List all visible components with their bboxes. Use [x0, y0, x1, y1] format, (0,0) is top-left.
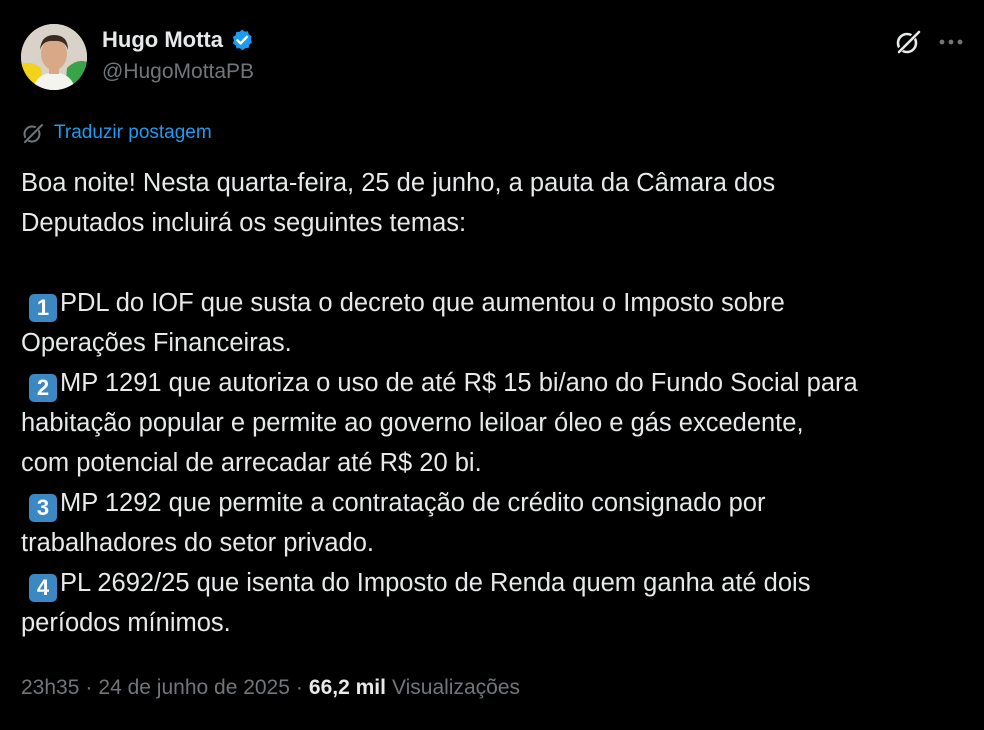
- keycap-3-emoji: 3: [29, 494, 57, 522]
- avatar-image: [21, 24, 87, 90]
- keycap-2-emoji: 2: [29, 374, 57, 402]
- tweet-text: Boa noite! Nesta quarta-feira, 25 de jun…: [21, 163, 966, 643]
- avatar[interactable]: [21, 24, 87, 90]
- agenda-item-4: 4 PL 2692/25 que isenta do Imposto de Ren…: [21, 563, 966, 603]
- views-count[interactable]: 66,2 mil: [309, 676, 386, 700]
- tweet-time[interactable]: 23h35: [21, 676, 79, 700]
- views-label[interactable]: Visualizações: [392, 676, 520, 700]
- more-options-icon: [939, 39, 963, 45]
- agenda-item-2: 2 MP 1291 que autoriza o uso de até R$ 15…: [21, 363, 966, 403]
- agenda-item-text: MP 1291 que autoriza o uso de até R$ 15 …: [60, 369, 858, 397]
- agenda-item-text: PDL do IOF que susta o decreto que aumen…: [60, 289, 785, 317]
- agenda-item-text: PL 2692/25 que isenta do Imposto de Rend…: [60, 569, 811, 597]
- translate-post-link[interactable]: Traduzir postagem: [21, 120, 212, 146]
- grok-icon: [896, 30, 921, 54]
- tweet-meta: 23h35 · 24 de junho de 2025 · 66,2 mil V…: [21, 673, 520, 703]
- meta-separator: ·: [295, 676, 303, 699]
- keycap-4-emoji: 4: [29, 574, 57, 602]
- verified-badge-icon[interactable]: [230, 28, 254, 52]
- grok-button[interactable]: [893, 27, 923, 57]
- tweet-text-line: Deputados incluirá os seguintes temas:: [21, 209, 467, 237]
- translate-icon: [22, 123, 43, 144]
- meta-separator: ·: [85, 676, 93, 699]
- agenda-item-1: 1 PDL do IOF que susta o decreto que aume…: [21, 283, 966, 323]
- agenda-item-text: com potencial de arrecadar até R$ 20 bi.: [21, 449, 482, 477]
- agenda-item-text: Operações Financeiras.: [21, 329, 292, 357]
- keycap-1-emoji: 1: [29, 294, 57, 322]
- author-handle[interactable]: @HugoMottaPB: [102, 60, 254, 84]
- tweet-text-line: Boa noite! Nesta quarta-feira, 25 de jun…: [21, 169, 776, 197]
- agenda-item-text: habitação popular e permite ao governo l…: [21, 409, 804, 437]
- translate-post-label[interactable]: Traduzir postagem: [54, 122, 212, 144]
- agenda-item-text: trabalhadores do setor privado.: [21, 529, 374, 557]
- agenda-item-text: MP 1292 que permite a contratação de cré…: [60, 489, 766, 517]
- agenda-item-3: 3 MP 1292 que permite a contratação de cr…: [21, 483, 966, 523]
- more-options-button[interactable]: [935, 27, 967, 57]
- author-display-name[interactable]: Hugo Motta: [102, 27, 223, 53]
- author-name-row[interactable]: Hugo Motta: [102, 26, 254, 54]
- agenda-item-text: períodos mínimos.: [21, 609, 231, 637]
- tweet-date[interactable]: 24 de junho de 2025: [98, 676, 290, 700]
